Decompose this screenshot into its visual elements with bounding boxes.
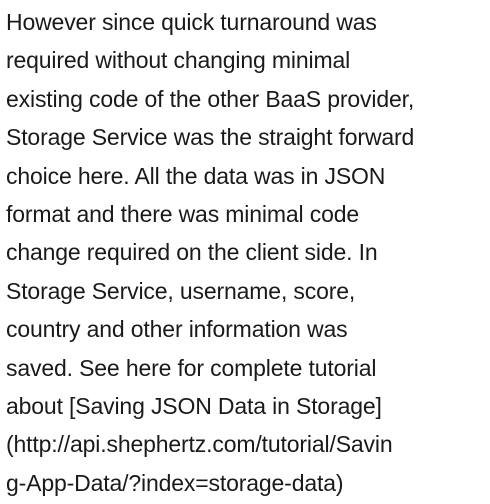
paragraph-line: choice here. All the data was in JSON	[6, 162, 386, 189]
paragraph-line: Storage Service was the straight forward	[6, 124, 415, 151]
paragraph-line: about [Saving JSON Data in Storage]	[6, 393, 382, 420]
paragraph-line: required without changing minimal	[6, 47, 351, 74]
paragraph-line: country and other information was	[6, 316, 348, 343]
url-line: (http://api.shephertz.com/tutorial/Savin	[6, 431, 393, 458]
paragraph-line: change required on the client side. In	[6, 239, 378, 266]
document-paragraph: However since quick turnaround was requi…	[6, 3, 488, 502]
paragraph-line: existing code of the other BaaS provider…	[6, 85, 415, 112]
paragraph-line: format and there was minimal code	[6, 201, 359, 228]
paragraph-line: Storage Service, username, score,	[6, 277, 356, 304]
paragraph-line: However since quick turnaround was	[6, 9, 377, 35]
paragraph-line: saved. See here for complete tutorial	[6, 354, 377, 381]
url-line: g-App-Data/?index=storage-data)	[6, 469, 344, 496]
